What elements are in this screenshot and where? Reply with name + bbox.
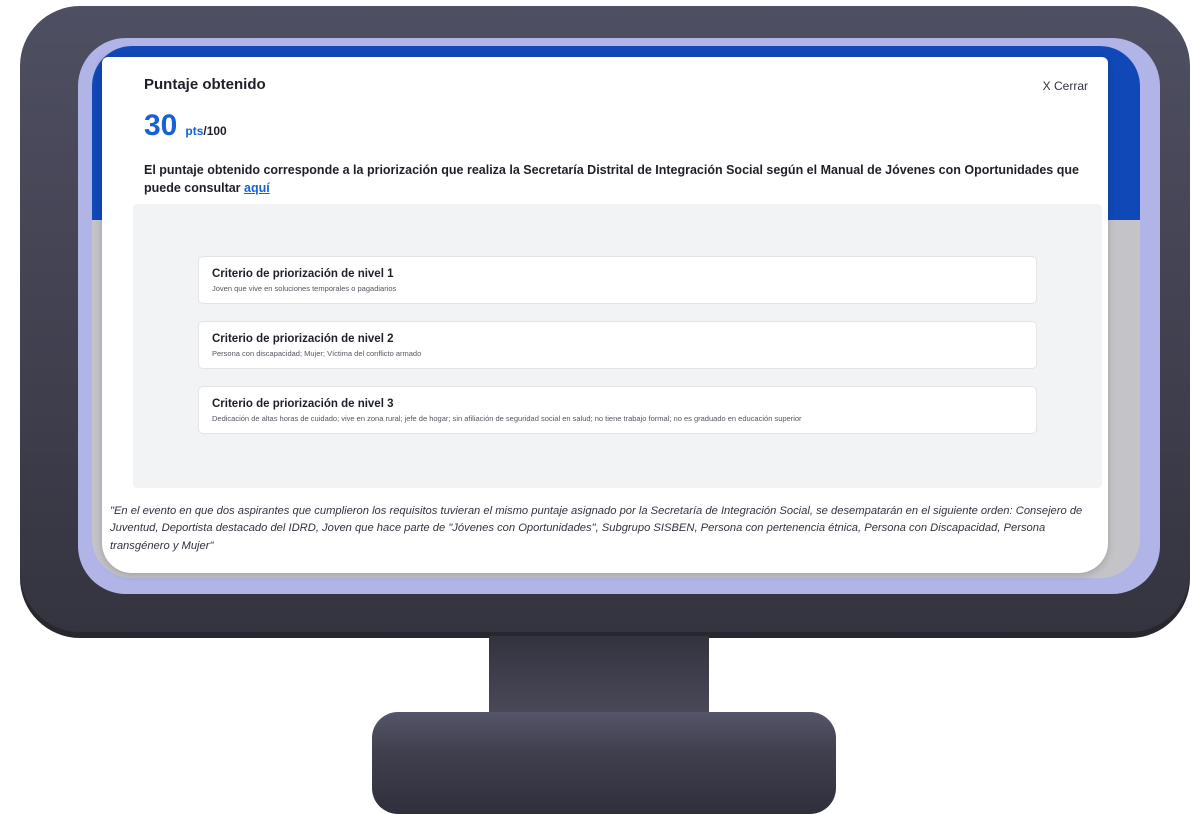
criterion-description: Persona con discapacidad; Mujer; Víctima… bbox=[212, 348, 422, 358]
criterion-description: Dedicación de altas horas de cuidado; vi… bbox=[212, 413, 802, 423]
score-description-text: El puntaje obtenido corresponde a la pri… bbox=[144, 163, 1079, 196]
score-modal: Puntaje obtenido X Cerrar 30 pts /100 El… bbox=[102, 57, 1108, 573]
monitor-illustration: Puntaje obtenido X Cerrar 30 pts /100 El… bbox=[0, 0, 1193, 814]
score-unit: pts bbox=[185, 124, 204, 138]
monitor-stand-base bbox=[372, 712, 836, 814]
score-display: 30 pts /100 bbox=[144, 109, 227, 143]
close-button[interactable]: X Cerrar bbox=[1043, 79, 1088, 93]
criteria-panel: Criterio de priorización de nivel 1 Jove… bbox=[133, 204, 1102, 488]
monitor-stand-neck bbox=[489, 636, 709, 718]
score-description: El puntaje obtenido corresponde a la pri… bbox=[144, 161, 1094, 197]
criterion-title: Criterio de priorización de nivel 3 bbox=[212, 398, 394, 410]
score-max: /100 bbox=[203, 124, 227, 138]
criterion-card-level-2: Criterio de priorización de nivel 2 Pers… bbox=[198, 321, 1037, 369]
criterion-title: Criterio de priorización de nivel 1 bbox=[212, 268, 394, 280]
tiebreak-footnote: "En el evento en que dos aspirantes que … bbox=[110, 505, 1083, 552]
criterion-title: Criterio de priorización de nivel 2 bbox=[212, 333, 394, 345]
score-value: 30 bbox=[144, 109, 178, 142]
criterion-card-level-1: Criterio de priorización de nivel 1 Jove… bbox=[198, 256, 1037, 304]
criterion-description: Joven que vive en soluciones temporales … bbox=[212, 283, 397, 293]
modal-title: Puntaje obtenido bbox=[144, 76, 266, 93]
manual-link[interactable]: aquí bbox=[244, 181, 270, 195]
criterion-card-level-3: Criterio de priorización de nivel 3 Dedi… bbox=[198, 386, 1037, 434]
